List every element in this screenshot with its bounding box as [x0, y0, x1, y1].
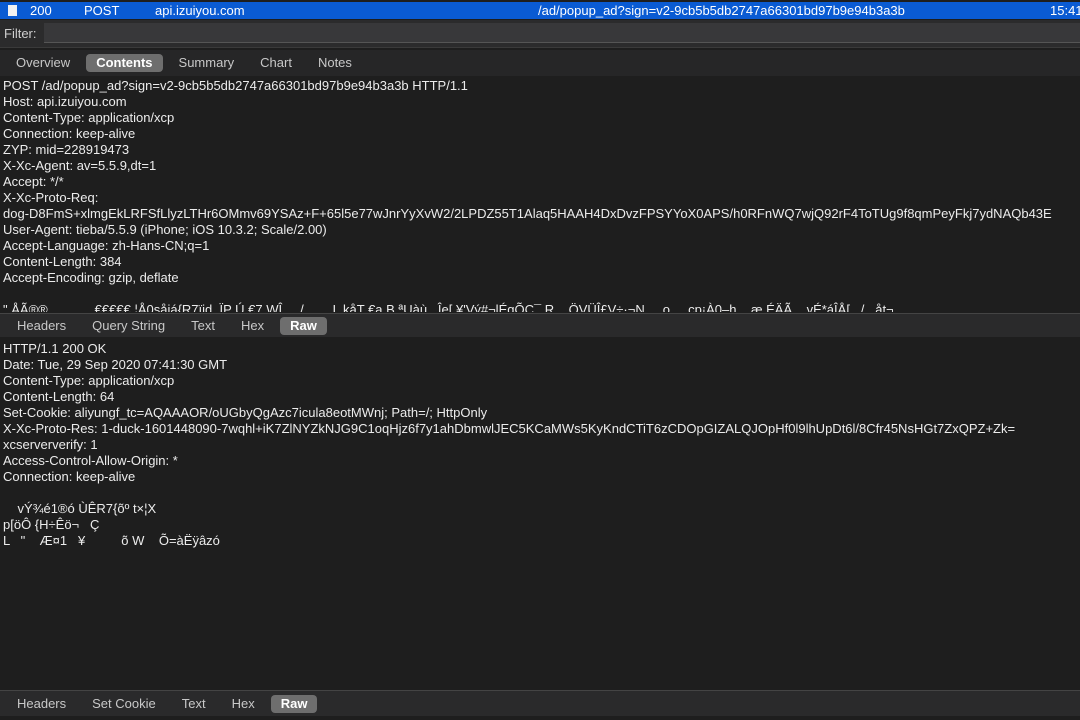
filter-label: Filter: — [4, 26, 37, 41]
main-tab-notes[interactable]: Notes — [308, 54, 362, 72]
request-tab-query-string[interactable]: Query String — [82, 317, 175, 335]
content-line: Date: Tue, 29 Sep 2020 07:41:30 GMT — [3, 357, 228, 372]
content-line: " ÅÃ®® €€€€€ ¦Å0såiá{R7ïid ÏP Ú €7 WÎ / … — [3, 302, 894, 312]
content-line: Access-Control-Allow-Origin: * — [3, 453, 178, 468]
content-line: xcserververify: 1 — [3, 437, 98, 452]
path: /ad/popup_ad?sign=v2-9cb5b5db2747a66301b… — [538, 3, 905, 18]
response-tabs: Headers Set Cookie Text Hex Raw — [0, 690, 1080, 716]
main-tab-summary[interactable]: Summary — [169, 54, 245, 72]
response-tab-set-cookie[interactable]: Set Cookie — [82, 695, 166, 713]
content-line: Accept-Encoding: gzip, deflate — [3, 270, 179, 285]
request-tab-text[interactable]: Text — [181, 317, 225, 335]
content-line: Content-Type: application/xcp — [3, 110, 175, 125]
response-tab-raw[interactable]: Raw — [270, 694, 318, 713]
content-line: X-Xc-Proto-Req: — [3, 190, 99, 205]
content-line: User-Agent: tieba/5.5.9 (iPhone; iOS 10.… — [3, 222, 327, 237]
content-line: Content-Length: 384 — [3, 254, 122, 269]
content-line: Content-Length: 64 — [3, 389, 115, 404]
time: 15:41 — [1050, 3, 1080, 18]
response-tab-text[interactable]: Text — [172, 695, 216, 713]
content-line: POST /ad/popup_ad?sign=v2-9cb5b5db2747a6… — [3, 78, 468, 93]
request-raw-content[interactable]: POST /ad/popup_ad?sign=v2-9cb5b5db2747a6… — [3, 78, 1080, 312]
main-tab-overview[interactable]: Overview — [6, 54, 80, 72]
main-tabs: Overview Contents Summary Chart Notes — [0, 50, 1080, 76]
content-line: ZYP: mid=228919473 — [3, 142, 130, 157]
content-line: Connection: keep-alive — [3, 469, 136, 484]
content-line — [3, 286, 1080, 302]
content-line: Content-Type: application/xcp — [3, 373, 175, 388]
content-line: Connection: keep-alive — [3, 126, 136, 141]
response-tab-hex[interactable]: Hex — [222, 695, 265, 713]
main-tab-contents[interactable]: Contents — [86, 54, 163, 72]
request-tab-hex[interactable]: Hex — [231, 317, 274, 335]
content-line: dog-D8FmS+xlmgEkLRFSfLlyzLTHr6OMmv69YSAz… — [3, 206, 1052, 221]
content-line: Host: api.izuiyou.com — [3, 94, 127, 109]
content-line: Accept-Language: zh-Hans-CN;q=1 — [3, 238, 210, 253]
filter-input[interactable] — [44, 23, 1080, 43]
content-line: X-Xc-Agent: av=5.5.9,dt=1 — [3, 158, 157, 173]
selected-session-row[interactable]: 200 POST api.izuiyou.com /ad/popup_ad?si… — [0, 2, 1080, 19]
request-tabs: Headers Query String Text Hex Raw — [0, 313, 1080, 337]
content-line — [3, 485, 1080, 501]
content-line: L " Æ¤1 ¥ õ W Õ=àËÿâzó — [3, 533, 220, 548]
request-tab-headers[interactable]: Headers — [7, 317, 76, 335]
method: POST — [84, 3, 120, 18]
request-tab-raw[interactable]: Raw — [280, 316, 327, 335]
content-line: Set-Cookie: aliyungf_tc=AQAAAOR/oUGbyQgA… — [3, 405, 488, 420]
content-line: X-Xc-Proto-Res: 1-duck-1601448090-7wqhl+… — [3, 421, 1016, 436]
content-line: p[öÔ {H÷Êö¬ Ç — [3, 517, 100, 532]
status-code: 200 — [30, 3, 52, 18]
response-tab-headers[interactable]: Headers — [7, 695, 76, 713]
content-line: Accept: */* — [3, 174, 64, 189]
content-line: HTTP/1.1 200 OK — [3, 341, 107, 356]
filter-bar: Filter: — [0, 20, 1080, 48]
response-raw-content[interactable]: HTTP/1.1 200 OK Date: Tue, 29 Sep 2020 07… — [3, 341, 1080, 689]
host: api.izuiyou.com — [155, 3, 245, 18]
main-tab-chart[interactable]: Chart — [250, 54, 302, 72]
file-icon — [8, 5, 17, 16]
content-line: vÝ¾é1®ó ÙÊR7{õº t×¦X — [3, 501, 157, 516]
